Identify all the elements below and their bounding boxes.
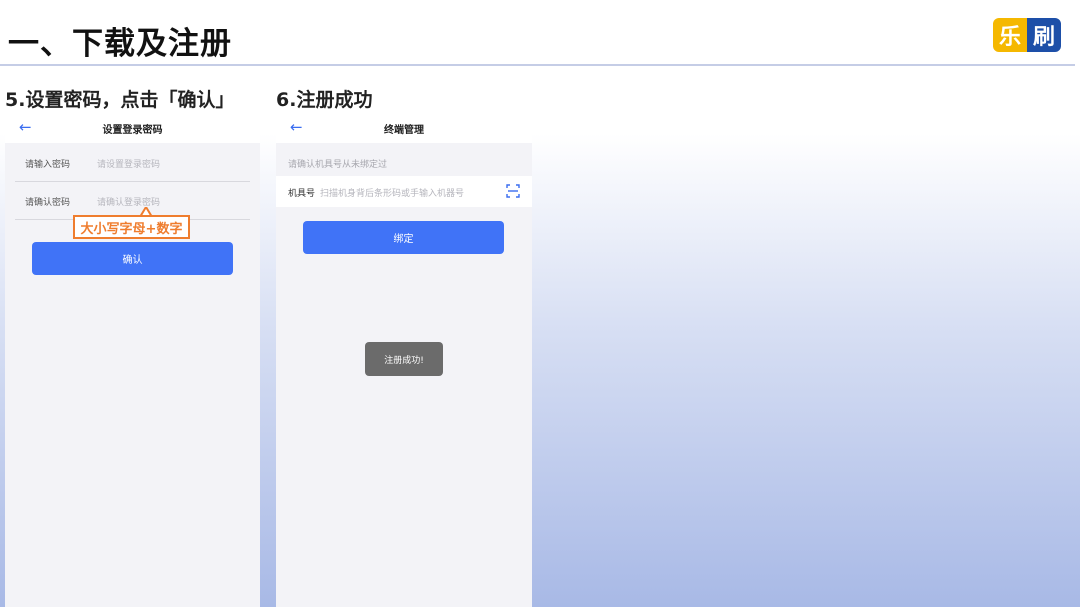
password-label: 请输入密码 xyxy=(25,160,71,170)
bind-notice: 请确认机具号从未绑定过 xyxy=(288,160,388,170)
confirm-button[interactable]: 确认 xyxy=(32,242,233,275)
password-hint-callout: 大小写字母+数字 xyxy=(73,215,190,239)
confirm-password-label: 请确认密码 xyxy=(25,198,71,208)
terminal-number-row[interactable]: 机具号 扫描机身背后条形码或手输入机器号 xyxy=(276,176,532,207)
row-divider xyxy=(15,181,250,182)
terminal-number-input[interactable]: 扫描机身背后条形码或手输入机器号 xyxy=(320,186,464,199)
nav-bar: ← 终端管理 xyxy=(276,113,532,143)
logo-left-char: 乐 xyxy=(993,18,1027,52)
phone-screen-set-password: ← 设置登录密码 请输入密码 请设置登录密码 请确认密码 请确认登录密码 确认 xyxy=(5,113,260,607)
nav-title: 设置登录密码 xyxy=(102,125,163,136)
step5-heading: 5.设置密码，点击「确认」 xyxy=(5,89,235,111)
logo-right-char: 刷 xyxy=(1027,18,1061,52)
password-row[interactable]: 请输入密码 请设置登录密码 xyxy=(5,145,260,182)
bind-button[interactable]: 绑定 xyxy=(303,221,504,254)
password-input[interactable]: 请设置登录密码 xyxy=(97,157,160,170)
nav-title: 终端管理 xyxy=(384,125,424,136)
step6-heading: 6.注册成功 xyxy=(276,89,373,111)
nav-bar: ← 设置登录密码 xyxy=(5,113,260,143)
slide-title: 一、下载及注册 xyxy=(8,26,232,62)
brand-logo: 乐 刷 xyxy=(993,18,1061,52)
terminal-number-label: 机具号 xyxy=(288,189,316,199)
scan-icon[interactable] xyxy=(506,184,520,198)
phone-screen-terminal-management: ← 终端管理 请确认机具号从未绑定过 机具号 扫描机身背后条形码或手输入机器号 … xyxy=(276,113,532,607)
title-divider xyxy=(0,64,1075,66)
success-toast: 注册成功! xyxy=(365,342,443,376)
